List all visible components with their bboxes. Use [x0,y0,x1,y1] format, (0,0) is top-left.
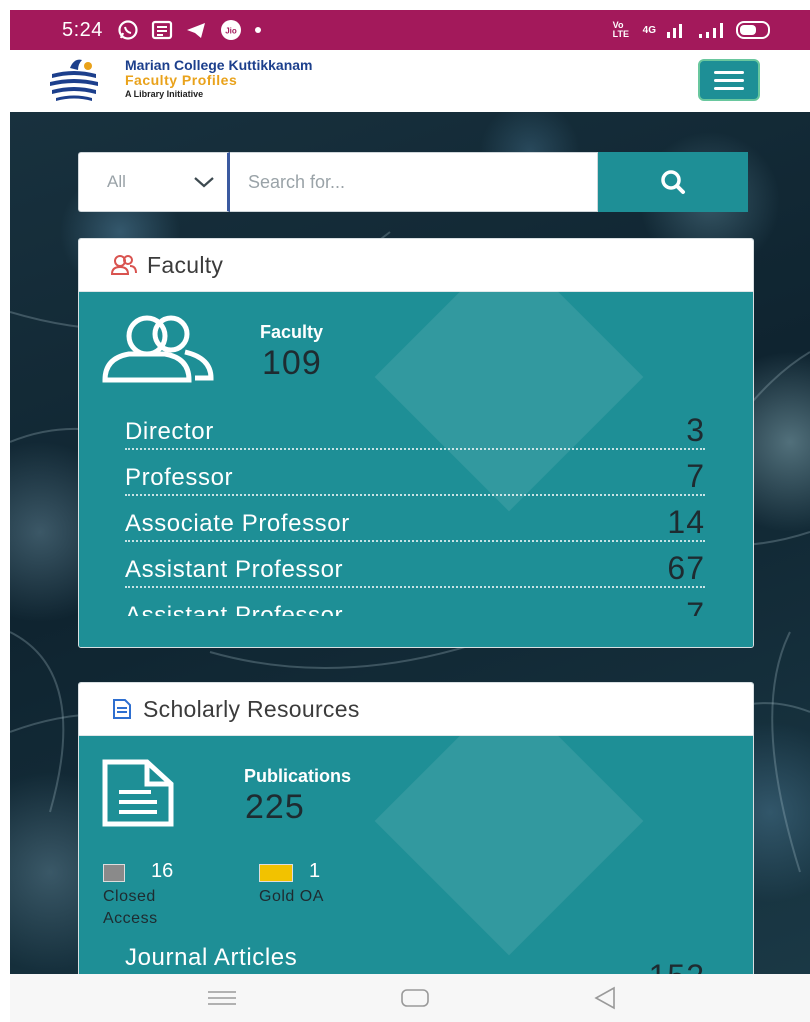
document-icon [113,699,131,719]
menu-toggle-button[interactable] [698,59,760,101]
row-label: Director [125,418,214,445]
system-icons: Vo LTE 4G [613,10,770,50]
search-scope-dropdown[interactable]: All [78,152,230,212]
scholarly-card-body: Publications 225 16 Closed Access 1 Gold… [79,686,753,974]
signal-icon-2 [699,23,723,38]
row-label: Journal Articles [125,944,298,971]
gold-oa-label: Gold OA [259,888,324,905]
row-value: 67 [667,550,705,586]
hamburger-line [714,86,744,90]
scholarly-card-title: Scholarly Resources [143,695,360,722]
row-label: Associate Professor [125,510,350,537]
background-area: All Search for... Faculty Faculty 109 Di… [10,112,810,974]
search-bar: All Search for... [78,152,752,214]
publications-stat-value: 225 [245,788,305,826]
whatsapp-icon [118,20,138,40]
publications-document-icon [102,759,174,827]
faculty-stat-label: Faculty [260,322,324,342]
users-icon [111,255,137,275]
row-label: Professor [125,464,234,491]
row-value: 3 [686,412,705,448]
news-icon [151,20,173,40]
search-icon [661,170,685,194]
menu-nav-icon[interactable] [206,990,238,1006]
closed-access-label-line1: Closed [103,888,156,905]
brand-block[interactable]: Marian College Kuttikkanam Faculty Profi… [125,58,313,100]
college-logo-icon[interactable] [44,56,108,106]
notification-icons: Jio [117,19,261,41]
android-nav-bar [10,974,810,1022]
gold-oa-swatch [259,864,293,882]
closed-access-count: 16 [151,860,174,882]
signal-icon [667,24,682,38]
scholarly-row-journal-articles[interactable]: Journal Articles 152 [125,944,705,974]
hamburger-line [714,70,744,74]
volte-icon: Vo LTE [612,20,629,39]
search-input[interactable]: Search for... [230,152,598,212]
telegram-icon [186,23,205,38]
faculty-row-director[interactable]: Director 3 [125,406,705,450]
faculty-list-clip [79,616,753,647]
phone-screen: 5:24 Jio Vo LTE 4G Marian College Kuttik [10,10,810,1022]
network-type-label: 4G [642,24,656,36]
faculty-users-icon [102,315,214,383]
dot-icon [254,27,261,33]
chevron-down-icon [194,177,214,188]
faculty-card-title: Faculty [147,251,224,278]
row-value: 152 [649,960,705,974]
faculty-card-header[interactable]: Faculty [79,239,753,292]
publications-stat-label: Publications [244,766,352,786]
faculty-card: Faculty Faculty 109 Director 3 Professor [78,238,754,648]
search-placeholder: Search for... [248,171,346,192]
hamburger-line [714,78,744,82]
search-button[interactable] [598,152,748,212]
back-nav-icon[interactable] [592,986,618,1010]
college-name: Marian College Kuttikkanam [125,57,313,73]
row-value: 14 [667,504,705,540]
closed-access-label-line2: Access [103,910,158,927]
faculty-row-associate-professor[interactable]: Associate Professor 14 [125,498,705,542]
scholarly-resources-card: Scholarly Resources Publications 225 16 … [78,682,754,974]
jio-icon: Jio [220,20,241,40]
status-bar: 5:24 Jio Vo LTE 4G [10,10,810,50]
status-time: 5:24 [62,18,103,41]
faculty-row-assistant-professor[interactable]: Assistant Professor 67 [125,544,705,588]
site-header: Marian College Kuttikkanam Faculty Profi… [10,50,810,112]
gold-oa-count: 1 [309,860,321,882]
svg-text:Jio: Jio [225,27,237,36]
faculty-card-body: Faculty 109 Director 3 Professor 7 Assoc… [79,242,753,647]
faculty-stat-value: 109 [262,344,322,382]
search-scope-value: All [107,172,126,191]
home-nav-icon[interactable] [400,988,430,1008]
site-name: Faculty Profiles [125,72,238,88]
closed-access-swatch [103,864,125,882]
battery-icon [736,21,770,39]
row-value: 7 [686,458,705,494]
row-label: Assistant Professor [125,556,344,583]
tagline: A Library Initiative [125,89,204,99]
faculty-row-professor[interactable]: Professor 7 [125,452,705,496]
scholarly-card-header[interactable]: Scholarly Resources [79,683,753,736]
